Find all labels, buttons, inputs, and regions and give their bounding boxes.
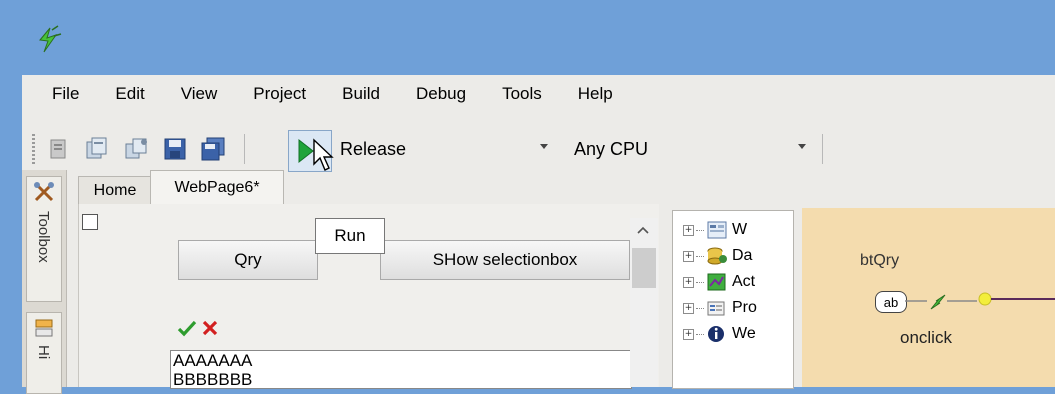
menu-help[interactable]: Help [560, 80, 631, 108]
expand-icon[interactable]: + [683, 224, 694, 236]
title-bar [0, 0, 1055, 75]
tree-item-properties[interactable]: + Pro [683, 295, 757, 321]
run-tooltip-text: Run [334, 226, 366, 245]
flow-event-name: onclick [900, 328, 952, 347]
toolbar-separator [822, 134, 823, 164]
show-selectionbox-label: SHow selectionbox [432, 250, 578, 269]
tab-home[interactable]: Home [78, 176, 152, 205]
hierarchy-icon [33, 317, 55, 344]
tab-webpage6-label: WebPage6* [174, 179, 260, 196]
toolbox-label: Toolbox [35, 211, 52, 263]
tree-item-w[interactable]: + W [683, 217, 747, 243]
menu-tools[interactable]: Tools [484, 80, 560, 108]
scrollbar-thumb[interactable] [632, 248, 656, 288]
menu-build[interactable]: Build [324, 80, 398, 108]
flow-control-name: btQry [860, 252, 900, 269]
checkmark-icon[interactable] [176, 318, 198, 343]
save-all-icon[interactable] [198, 134, 228, 164]
platform-value: Any CPU [574, 138, 649, 159]
menu-edit[interactable]: Edit [97, 80, 162, 108]
expand-icon[interactable]: + [683, 276, 694, 288]
menu-project[interactable]: Project [235, 80, 324, 108]
new-project-icon[interactable] [82, 134, 112, 164]
toolbox-icon [33, 181, 55, 208]
toolbar-separator [244, 134, 245, 164]
webpage-icon [706, 220, 728, 240]
menu-file[interactable]: File [38, 80, 97, 108]
expand-icon[interactable]: + [683, 302, 694, 314]
event-connector-icon[interactable] [905, 285, 1055, 320]
expand-icon[interactable]: + [683, 328, 694, 340]
tree-item-web[interactable]: + We [683, 321, 756, 347]
tree-item-label: Pro [732, 299, 757, 316]
object-tree: + W + Da + Act + Pro + We [672, 210, 794, 389]
chevron-down-icon [540, 144, 548, 149]
open-project-icon[interactable] [122, 134, 152, 164]
configuration-dropdown[interactable]: Release [340, 132, 556, 166]
list-item[interactable]: AAAAAAA [171, 351, 631, 370]
tab-webpage6[interactable]: WebPage6* [150, 170, 284, 205]
designer-scrollbar[interactable] [630, 218, 658, 387]
toolbox-tab[interactable]: Toolbox [26, 176, 62, 302]
mouse-cursor-icon [312, 138, 338, 179]
designer-collapse-box[interactable] [82, 214, 98, 230]
save-icon[interactable] [160, 134, 190, 164]
chevron-down-icon [798, 144, 806, 149]
menu-bar: File Edit View Project Build Debug Tools… [38, 80, 631, 108]
tree-item-label: We [732, 325, 756, 342]
flow-control-type: ab [883, 294, 899, 310]
tree-item-data[interactable]: + Da [683, 243, 752, 269]
qry-button-label: Qry [234, 250, 262, 269]
tab-home-label: Home [93, 182, 137, 199]
toolbar-doc-icon[interactable] [44, 134, 74, 164]
toolbar-grip[interactable] [32, 134, 35, 164]
scroll-up-icon[interactable] [636, 222, 650, 238]
platform-dropdown[interactable]: Any CPU [574, 132, 814, 166]
configuration-value: Release [340, 138, 407, 159]
app-logo-icon [30, 22, 70, 58]
run-tooltip: Run [315, 218, 385, 254]
show-selectionbox-button[interactable]: SHow selectionbox [380, 240, 630, 280]
toolbar: Release Any CPU [22, 126, 1055, 172]
info-icon [706, 324, 728, 344]
tree-item-actions[interactable]: + Act [683, 269, 755, 295]
database-icon [706, 246, 728, 266]
second-dock-label: Hi [35, 345, 52, 360]
tree-item-label: Act [732, 273, 756, 290]
list-item[interactable]: BBBBBBB [171, 370, 631, 388]
properties-icon [706, 298, 728, 318]
flow-control-node[interactable]: ab [875, 291, 907, 313]
tree-item-label: W [732, 221, 748, 238]
qry-button[interactable]: Qry [178, 240, 318, 280]
menu-view[interactable]: View [163, 80, 236, 108]
left-dock: Toolbox Hi [22, 170, 67, 394]
cross-icon[interactable] [200, 318, 220, 343]
actions-icon [706, 272, 728, 292]
expand-icon[interactable]: + [683, 250, 694, 262]
selection-listbox[interactable]: AAAAAAA BBBBBBB [170, 350, 632, 389]
second-dock-tab[interactable]: Hi [26, 312, 62, 394]
tree-item-label: Da [732, 247, 753, 264]
menu-debug[interactable]: Debug [398, 80, 484, 108]
